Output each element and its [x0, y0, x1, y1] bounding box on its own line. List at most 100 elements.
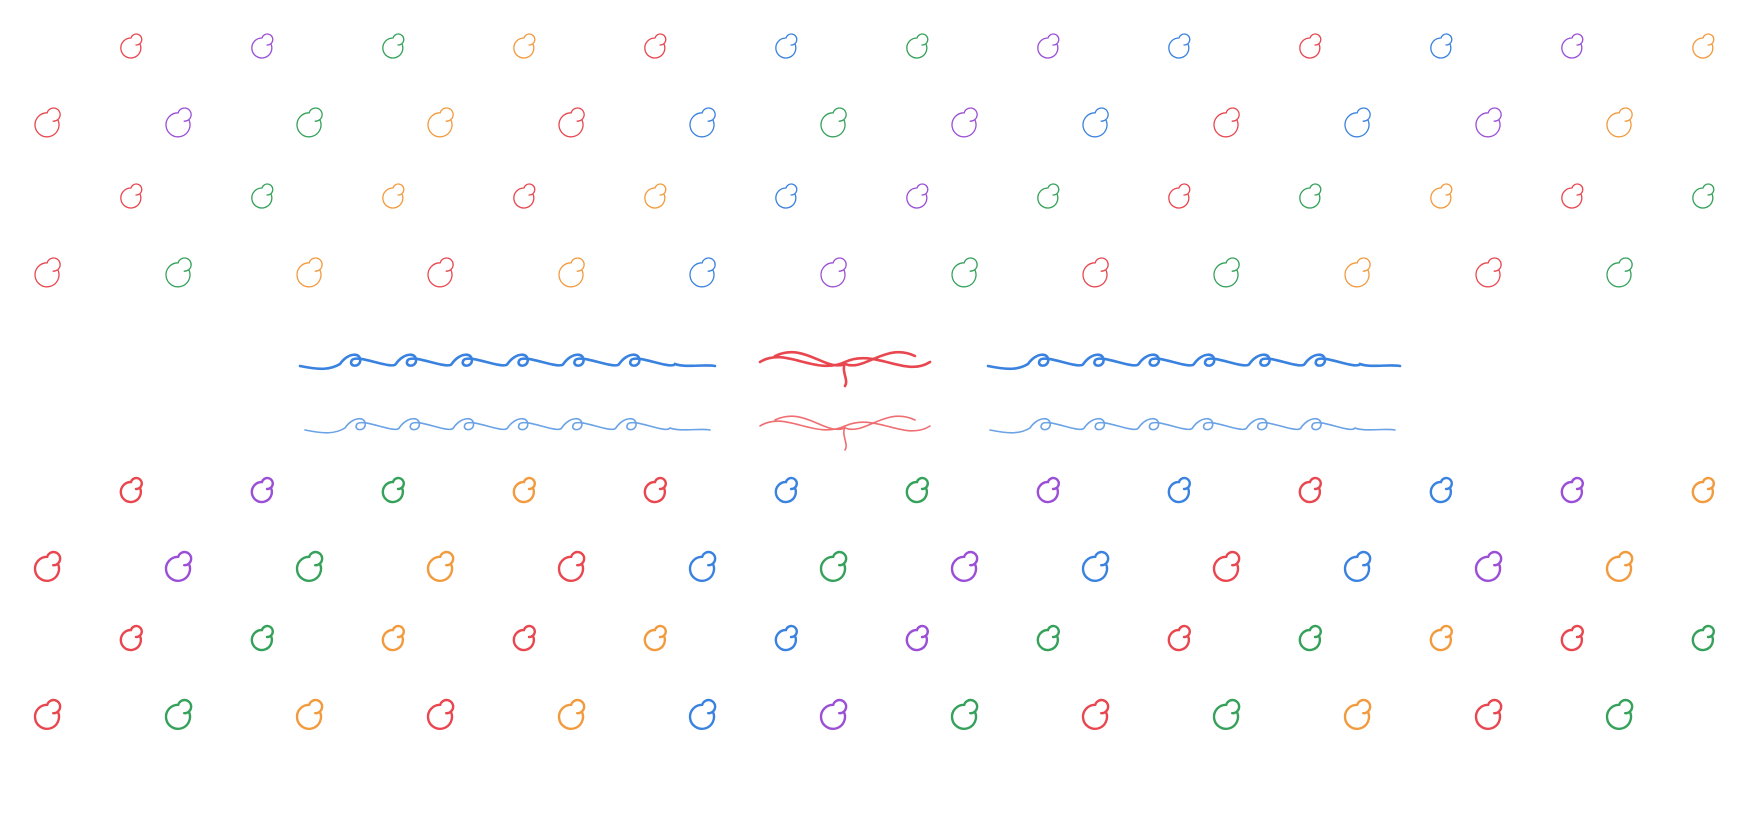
swirl-icon: [1298, 476, 1322, 504]
flourish-icon: [758, 350, 932, 388]
letter-glyph-y: YY: [1471, 158, 1589, 308]
letter-glyph-k: KK: [1340, 8, 1458, 158]
letter-text: W: [1206, 606, 1330, 744]
letter-glyph-p: PP: [292, 158, 410, 308]
letter-glyph-f: FF: [685, 8, 803, 158]
sketch-row-n-z: NNOOPPQQRRSSTTUUVVWWXXYYZZ: [30, 158, 1720, 308]
letter-glyph-h: H: [947, 452, 1065, 602]
letter-glyph-n: N: [30, 600, 148, 750]
letter-sketch-stroke: F: [704, 10, 791, 152]
letter-glyph-j: JJ: [1209, 8, 1327, 158]
loop-border-icon: [298, 353, 717, 371]
swirl-icon: [1212, 550, 1241, 582]
letter-glyph-t: T: [816, 600, 934, 750]
letter-sketch-stroke: S: [704, 160, 790, 302]
letter-sketch-stroke: A: [47, 10, 137, 152]
letter-glyph-l: L: [1471, 452, 1589, 602]
letter-text: B: [175, 458, 264, 596]
clean-row-n-z: NOPQRSTUVWXYZ: [30, 600, 1720, 750]
letter-glyph-s: SS: [685, 158, 803, 308]
letter-text: T: [834, 606, 915, 744]
alphabet-sheet: AABBCCDDEEFFGGHHIIJJKKLLMM NNOOPPQQRRSST…: [0, 0, 1741, 817]
letter-glyph-i: I: [1078, 452, 1196, 602]
letter-sketch-stroke: P: [312, 160, 396, 302]
letter-glyph-q: QQ: [423, 158, 541, 308]
letter-glyph-g: G: [816, 452, 934, 602]
letter-text: V: [1093, 606, 1181, 744]
letter-sketch-stroke: E: [571, 10, 662, 152]
ornament-row-clean-svg: [304, 415, 1396, 451]
letter-sketch-stroke: U: [957, 160, 1061, 302]
letter-sketch-stroke: G: [829, 10, 928, 152]
letter-glyph-u: UU: [947, 158, 1065, 308]
letter-glyph-q: Q: [423, 600, 541, 750]
loop-border-icon: [304, 417, 711, 434]
letter-glyph-a: AA: [30, 8, 148, 158]
letter-glyph-m: MM: [1600, 8, 1727, 158]
letter-sketch-stroke: W: [1208, 160, 1334, 302]
letter-glyph-b: B: [161, 452, 279, 602]
letter-glyph-z: ZZ: [1602, 158, 1720, 308]
letter-text: Q: [432, 606, 531, 744]
swirl-icon: [1168, 33, 1191, 59]
letter-sketch-stroke: N: [38, 160, 146, 302]
letter-text: L: [1490, 458, 1571, 596]
letter-glyph-c: CC: [292, 8, 410, 158]
letter-text: Z: [1619, 606, 1704, 744]
swirl-icon: [1082, 107, 1109, 138]
letter-glyph-v: VV: [1078, 158, 1196, 308]
letter-sketch-stroke: Y: [1492, 160, 1575, 301]
swirl-icon: [1213, 107, 1240, 138]
swirl-icon: [1299, 33, 1322, 59]
letter-sketch-stroke: D: [435, 10, 535, 152]
letter-glyph-h: HH: [947, 8, 1065, 158]
letter-glyph-w: WW: [1207, 158, 1334, 308]
letter-glyph-r: RR: [554, 158, 672, 308]
letter-sketch-stroke: M: [1601, 10, 1727, 152]
letter-text: Y: [1490, 606, 1571, 744]
letter-text: K: [1354, 458, 1445, 596]
letter-sketch-stroke: I: [1114, 11, 1166, 151]
letter-sketch-stroke: R: [569, 160, 663, 302]
letter-glyph-v: V: [1078, 600, 1196, 750]
letter-text: G: [827, 458, 924, 596]
letter-sketch-stroke: B: [177, 10, 269, 152]
letter-text: H: [953, 458, 1059, 596]
letter-glyph-x: XX: [1340, 158, 1458, 308]
letter-glyph-k: K: [1340, 452, 1458, 602]
letter-sketch-stroke: O: [172, 160, 274, 302]
flourish-icon: [759, 415, 931, 451]
letter-glyph-n: NN: [30, 158, 148, 308]
letter-glyph-x: X: [1340, 600, 1458, 750]
ornament-row-clean: [0, 396, 1741, 456]
letter-sketch-stroke: T: [836, 160, 920, 302]
letter-glyph-f: F: [685, 452, 803, 602]
letter-glyph-d: D: [423, 452, 541, 602]
letter-text: R: [567, 606, 658, 744]
ornament-row-sketch-svg: [298, 350, 1402, 388]
swirl-icon: [1167, 476, 1191, 504]
letter-sketch-stroke: L: [1491, 10, 1574, 152]
letter-sketch-stroke: Z: [1621, 160, 1708, 302]
letter-text: J: [1243, 458, 1293, 596]
letter-glyph-m: M: [1599, 452, 1722, 602]
letter-text: A: [45, 458, 133, 596]
letter-text: P: [310, 606, 392, 744]
ornament-row-sketch: [0, 336, 1741, 396]
letter-glyph-p: P: [292, 600, 410, 750]
letter-glyph-l: LL: [1471, 8, 1589, 158]
letter-glyph-w: W: [1206, 600, 1330, 750]
letter-text: U: [955, 606, 1057, 744]
clean-row-a-m: ABCDEFGHIJKLM: [30, 452, 1723, 602]
letter-glyph-c: C: [292, 452, 410, 602]
letter-sketch-stroke: Q: [434, 160, 536, 302]
letter-glyph-y: Y: [1471, 600, 1589, 750]
letter-sketch-stroke: X: [1358, 160, 1447, 302]
letter-text: D: [433, 458, 530, 596]
letter-sketch-stroke: V: [1095, 160, 1185, 302]
letter-sketch-stroke: C: [307, 10, 402, 152]
letter-glyph-d: DD: [423, 8, 541, 158]
letter-glyph-u: U: [947, 600, 1065, 750]
letter-text: I: [1112, 458, 1161, 596]
letter-sketch-stroke: H: [955, 10, 1063, 152]
